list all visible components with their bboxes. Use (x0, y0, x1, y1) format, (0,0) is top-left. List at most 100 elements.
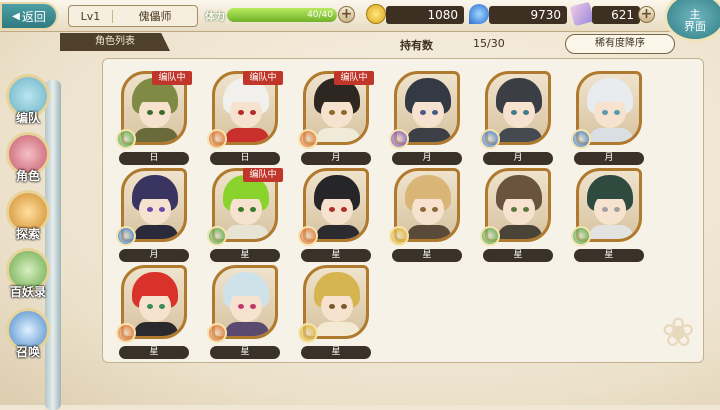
character-outfit (589, 225, 633, 239)
character-rank-label: 星 (119, 346, 189, 359)
character-card[interactable]: 月 (480, 71, 556, 171)
character-eye (420, 207, 426, 212)
sidebar-item-team[interactable]: 编队 (4, 74, 52, 126)
sidebar-item-label: 探索 (15, 227, 40, 241)
attribute-icon (116, 129, 136, 149)
character-rank-label: 月 (119, 249, 189, 262)
sidebar-item-character[interactable]: 角色 (4, 132, 52, 184)
sidebar-item-label: 角色 (15, 169, 40, 183)
character-card[interactable]: 月 (116, 168, 192, 268)
list-header: 角色列表 持有数 15/30 稀有度降序 (60, 33, 720, 54)
character-card[interactable]: 编队中星 (207, 168, 283, 268)
character-outfit (134, 322, 178, 336)
character-eye (147, 304, 153, 309)
in-team-badge: 编队中 (152, 71, 192, 85)
attribute-icon (298, 323, 318, 343)
character-bangs (320, 84, 354, 102)
character-rank-label: 月 (392, 152, 462, 165)
character-bangs (411, 181, 445, 199)
character-eye (523, 110, 529, 115)
gem-amount: 9730 (489, 6, 567, 24)
character-eye (341, 207, 347, 212)
character-card[interactable]: 编队中月 (298, 71, 374, 171)
character-card[interactable]: 星 (298, 168, 374, 268)
character-eye (341, 110, 347, 115)
back-button[interactable]: ◀ 返回 (0, 2, 58, 30)
character-bangs (593, 84, 627, 102)
character-eye (159, 207, 165, 212)
character-eye (147, 207, 153, 212)
character-card[interactable]: 星 (116, 265, 192, 365)
player-name: 傀儡师 (138, 10, 172, 23)
character-bangs (411, 84, 445, 102)
attribute-icon (480, 226, 500, 246)
character-eye (250, 110, 256, 115)
character-rank-label: 月 (301, 152, 371, 165)
character-card[interactable]: 月 (571, 71, 647, 171)
character-rank-label: 星 (301, 249, 371, 262)
top-bar: ◀ 返回 Lv1 傀儡师 体力 40/40 + 1080 9730 621 + … (0, 0, 720, 42)
attribute-icon (571, 129, 591, 149)
attribute-icon (207, 323, 227, 343)
attribute-icon (298, 226, 318, 246)
character-outfit (225, 322, 269, 336)
character-bangs (138, 84, 172, 102)
character-bangs (229, 278, 263, 296)
sort-rarity-button[interactable]: 稀有度降序 (565, 34, 675, 54)
back-label: 返回 (21, 9, 46, 24)
character-rank-label: 星 (301, 346, 371, 359)
character-card[interactable]: 星 (207, 265, 283, 365)
character-eye (147, 110, 153, 115)
attribute-icon (207, 129, 227, 149)
ticket-amount: 621 (592, 6, 640, 24)
sidebar-item-summon[interactable]: 召唤 (4, 308, 52, 360)
attribute-icon (298, 129, 318, 149)
character-outfit (316, 225, 360, 239)
character-outfit (134, 225, 178, 239)
character-eye (238, 207, 244, 212)
character-outfit (316, 128, 360, 142)
character-card[interactable]: 星 (298, 265, 374, 365)
character-outfit (589, 128, 633, 142)
character-eye (329, 304, 335, 309)
character-eye (432, 110, 438, 115)
character-rank-label: 星 (483, 249, 553, 262)
sidebar-item-label: 召唤 (15, 345, 40, 359)
character-outfit (225, 225, 269, 239)
character-bangs (320, 181, 354, 199)
character-bangs (138, 181, 172, 199)
add-stamina-button[interactable]: + (338, 6, 355, 23)
character-card[interactable]: 编队中日 (116, 71, 192, 171)
sidebar-item-bestiary[interactable]: 百妖录 (4, 248, 52, 300)
attribute-icon (116, 323, 136, 343)
attribute-icon (480, 129, 500, 149)
character-eye (329, 110, 335, 115)
attribute-icon (389, 226, 409, 246)
character-card[interactable]: 星 (480, 168, 556, 268)
character-eye (432, 207, 438, 212)
in-team-badge: 编队中 (334, 71, 374, 85)
ticket-icon (569, 1, 595, 27)
character-rank-label: 月 (483, 152, 553, 165)
character-rank-label: 日 (210, 152, 280, 165)
character-eye (511, 207, 517, 212)
character-outfit (316, 322, 360, 336)
attribute-icon (571, 226, 591, 246)
sidebar-item-label: 百妖录 (9, 285, 46, 299)
tab-character-list[interactable]: 角色列表 (60, 33, 170, 51)
add-ticket-button[interactable]: + (638, 6, 655, 23)
flower-decoration: ❀ (661, 310, 695, 356)
character-bangs (229, 181, 263, 199)
character-bangs (502, 84, 536, 102)
character-outfit (407, 128, 451, 142)
owned-count-value: 15/30 (473, 37, 505, 50)
character-eye (420, 110, 426, 115)
character-eye (159, 110, 165, 115)
character-card[interactable]: 星 (389, 168, 465, 268)
character-card[interactable]: 月 (389, 71, 465, 171)
character-rank-label: 星 (210, 249, 280, 262)
sidebar-item-explore[interactable]: 探索 (4, 190, 52, 242)
character-outfit (134, 128, 178, 142)
character-card[interactable]: 编队中日 (207, 71, 283, 171)
character-card[interactable]: 星 (571, 168, 647, 268)
